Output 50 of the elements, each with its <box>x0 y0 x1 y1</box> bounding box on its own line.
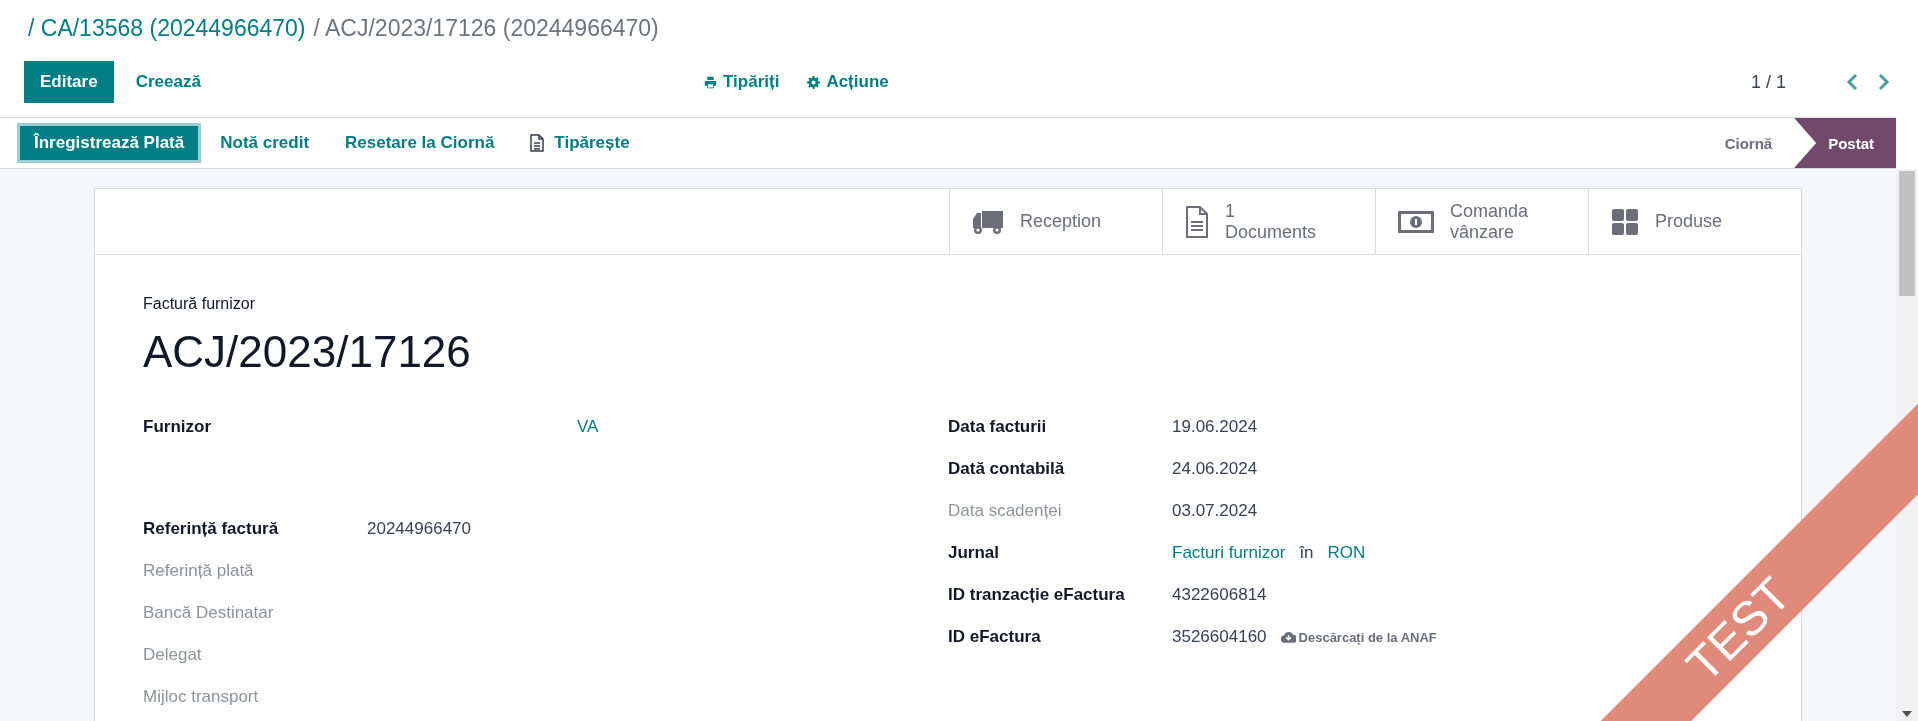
document-icon <box>530 134 545 152</box>
field-label: Mijloc transport <box>143 687 260 707</box>
status-stage[interactable]: Postat <box>1794 118 1896 168</box>
field-value: 03.07.2024 <box>1172 501 1258 521</box>
pager-count: 1 / 1 <box>1750 71 1786 93</box>
breadcrumb-current: / ACJ/2023/17126 (20244966470) <box>313 14 659 42</box>
field-label: ID eFactura <box>948 627 1042 647</box>
breadcrumb-link[interactable]: / CA/13568 (20244966470) <box>28 14 306 42</box>
field-value: 19.06.2024 <box>1172 417 1258 437</box>
field-link[interactable]: VA <box>577 417 599 437</box>
field-label: Data scadenței <box>948 501 1063 521</box>
edit-button[interactable]: Editare <box>24 61 114 103</box>
document-icon <box>1185 205 1209 238</box>
grid-icon <box>1611 207 1639 236</box>
previous-icon[interactable] <box>1846 73 1858 91</box>
field-value: în <box>1299 543 1314 563</box>
field-value: 3526604160 <box>1172 627 1267 647</box>
action-button[interactable]: Înregistrează Plată <box>20 126 199 160</box>
invoice-number: ACJ/2023/17126 <box>143 327 472 377</box>
action-button[interactable]: Tipărește <box>516 126 644 160</box>
banknote-icon <box>1398 209 1434 234</box>
field-label: Referință plată <box>143 561 255 581</box>
create-button[interactable]: Creează <box>119 61 217 103</box>
truck-icon <box>972 208 1004 235</box>
field-label: ID tranzacție eFactura <box>948 585 1126 605</box>
scroll-thumb[interactable] <box>1899 171 1915 296</box>
field-label: Jurnal <box>948 543 1001 563</box>
status-stage[interactable]: Ciornă <box>1702 118 1795 168</box>
next-icon[interactable] <box>1878 73 1890 91</box>
field-label: Delegat <box>143 645 203 665</box>
download-link[interactable]: Descărcați de la ANAF <box>1280 629 1437 645</box>
field-label: Referință factură <box>143 519 280 539</box>
field-label: Furnizor <box>143 417 212 437</box>
field-label: Dată contabilă <box>948 459 1066 479</box>
gear-icon <box>807 75 821 89</box>
print-menu[interactable]: Tipăriți <box>704 72 780 92</box>
form-subtitle: Factură furnizor <box>143 295 257 313</box>
field-link[interactable]: Facturi furnizor <box>1172 543 1286 563</box>
field-link[interactable]: RON <box>1327 543 1366 563</box>
action-button[interactable]: Notă credit <box>206 126 324 160</box>
field-value: 4322606814 <box>1172 585 1267 605</box>
field-value: 20244966470 <box>367 519 471 539</box>
printer-icon <box>704 75 717 89</box>
field-label: Bancă Destinatar <box>143 603 275 623</box>
action-menu[interactable]: Acțiune <box>807 72 889 92</box>
action-button[interactable]: Resetare la Ciornă <box>331 126 509 160</box>
field-value: 24.06.2024 <box>1172 459 1258 479</box>
field-label: Data facturii <box>948 417 1048 437</box>
cloud-download-icon <box>1280 631 1296 643</box>
scroll-down-icon[interactable] <box>1902 711 1912 717</box>
